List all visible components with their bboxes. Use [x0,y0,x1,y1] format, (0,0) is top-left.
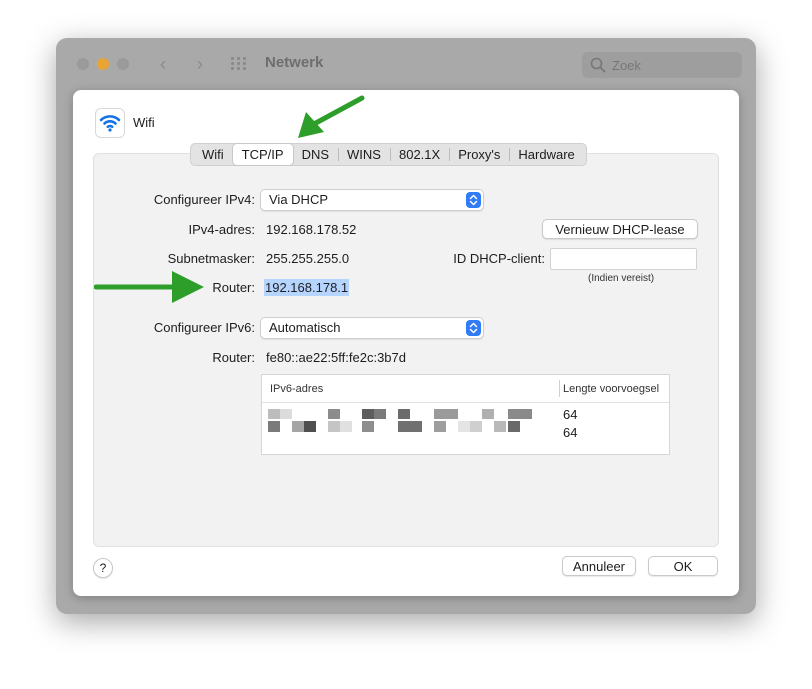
close-window-button[interactable] [77,58,89,70]
ipv6-address-table[interactable]: IPv6-adres Lengte voorvoegsel 64 64 [261,374,670,455]
titlebar: ‹ › Netwerk [56,38,756,90]
chevron-updown-icon [466,320,481,336]
tab-wifi[interactable]: Wifi [193,144,233,165]
tab-dns[interactable]: DNS [293,144,338,165]
ipv6-router-label: Router: [212,350,255,365]
configure-ipv6-value: Automatisch [269,320,341,335]
search-field[interactable] [582,52,742,78]
subnet-mask-label: Subnetmasker: [167,251,255,266]
ipv6-router-value: fe80::ae22:5ff:fe2c:3b7d [266,350,406,365]
service-name: Wifi [133,115,155,130]
configure-ipv6-select[interactable]: Automatisch [260,317,484,339]
column-divider [559,380,560,397]
configure-ipv4-select[interactable]: Via DHCP [260,189,484,211]
tab-bar: Wifi TCP/IP DNS WINS 802.1X Proxy's Hard… [190,143,587,166]
cancel-button[interactable]: Annuleer [562,556,636,576]
tab-proxies[interactable]: Proxy's [449,144,509,165]
annotation-arrow-icon [94,271,204,303]
annotation-arrow-icon [298,95,365,138]
ok-button[interactable]: OK [648,556,718,576]
configure-ipv6-label: Configureer IPv6: [153,320,255,335]
show-all-grid-icon[interactable] [231,57,249,71]
forward-chevron-icon[interactable]: › [189,52,211,76]
column-header-ipv6-address[interactable]: IPv6-adres [270,383,323,395]
configure-ipv4-label: Configureer IPv4: [153,192,255,207]
router-value[interactable]: 192.168.178.1 [264,279,350,296]
minimize-window-button[interactable] [97,58,109,70]
dhcp-client-id-field[interactable] [550,248,697,270]
zoom-window-button[interactable] [117,58,129,70]
dhcp-client-id-label: ID DHCP-client: [453,251,545,266]
prefix-length-value: 64 [563,425,578,440]
tab-tcpip[interactable]: TCP/IP [232,144,293,165]
help-button[interactable]: ? [93,558,113,578]
ipv4-address-label: IPv4-adres: [188,222,255,237]
search-icon [590,57,606,73]
renew-dhcp-lease-button[interactable]: Vernieuw DHCP-lease [542,219,698,239]
chevron-updown-icon [466,192,481,208]
ipv4-address-value: 192.168.178.52 [266,222,357,237]
back-chevron-icon[interactable]: ‹ [152,52,174,76]
tab-hardware[interactable]: Hardware [509,144,583,165]
tcpip-panel [93,153,719,547]
wifi-icon [95,108,125,138]
prefix-length-value: 64 [563,407,578,422]
tab-wins[interactable]: WINS [338,144,390,165]
column-header-prefix-length[interactable]: Lengte voorvoegsel [563,383,659,395]
table-header: IPv6-adres Lengte voorvoegsel [262,375,669,403]
window-title: Netwerk [265,54,324,71]
configure-ipv4-value: Via DHCP [269,192,329,207]
subnet-mask-value: 255.255.255.0 [266,251,350,266]
search-input[interactable] [612,56,732,74]
tab-8021x[interactable]: 802.1X [389,144,449,165]
tcpip-sheet: Wifi Wifi TCP/IP DNS WINS 802.1X Proxy's… [73,90,739,596]
router-label: Router: [212,280,255,295]
dhcp-client-id-hint: (Indien vereist) [588,273,655,284]
